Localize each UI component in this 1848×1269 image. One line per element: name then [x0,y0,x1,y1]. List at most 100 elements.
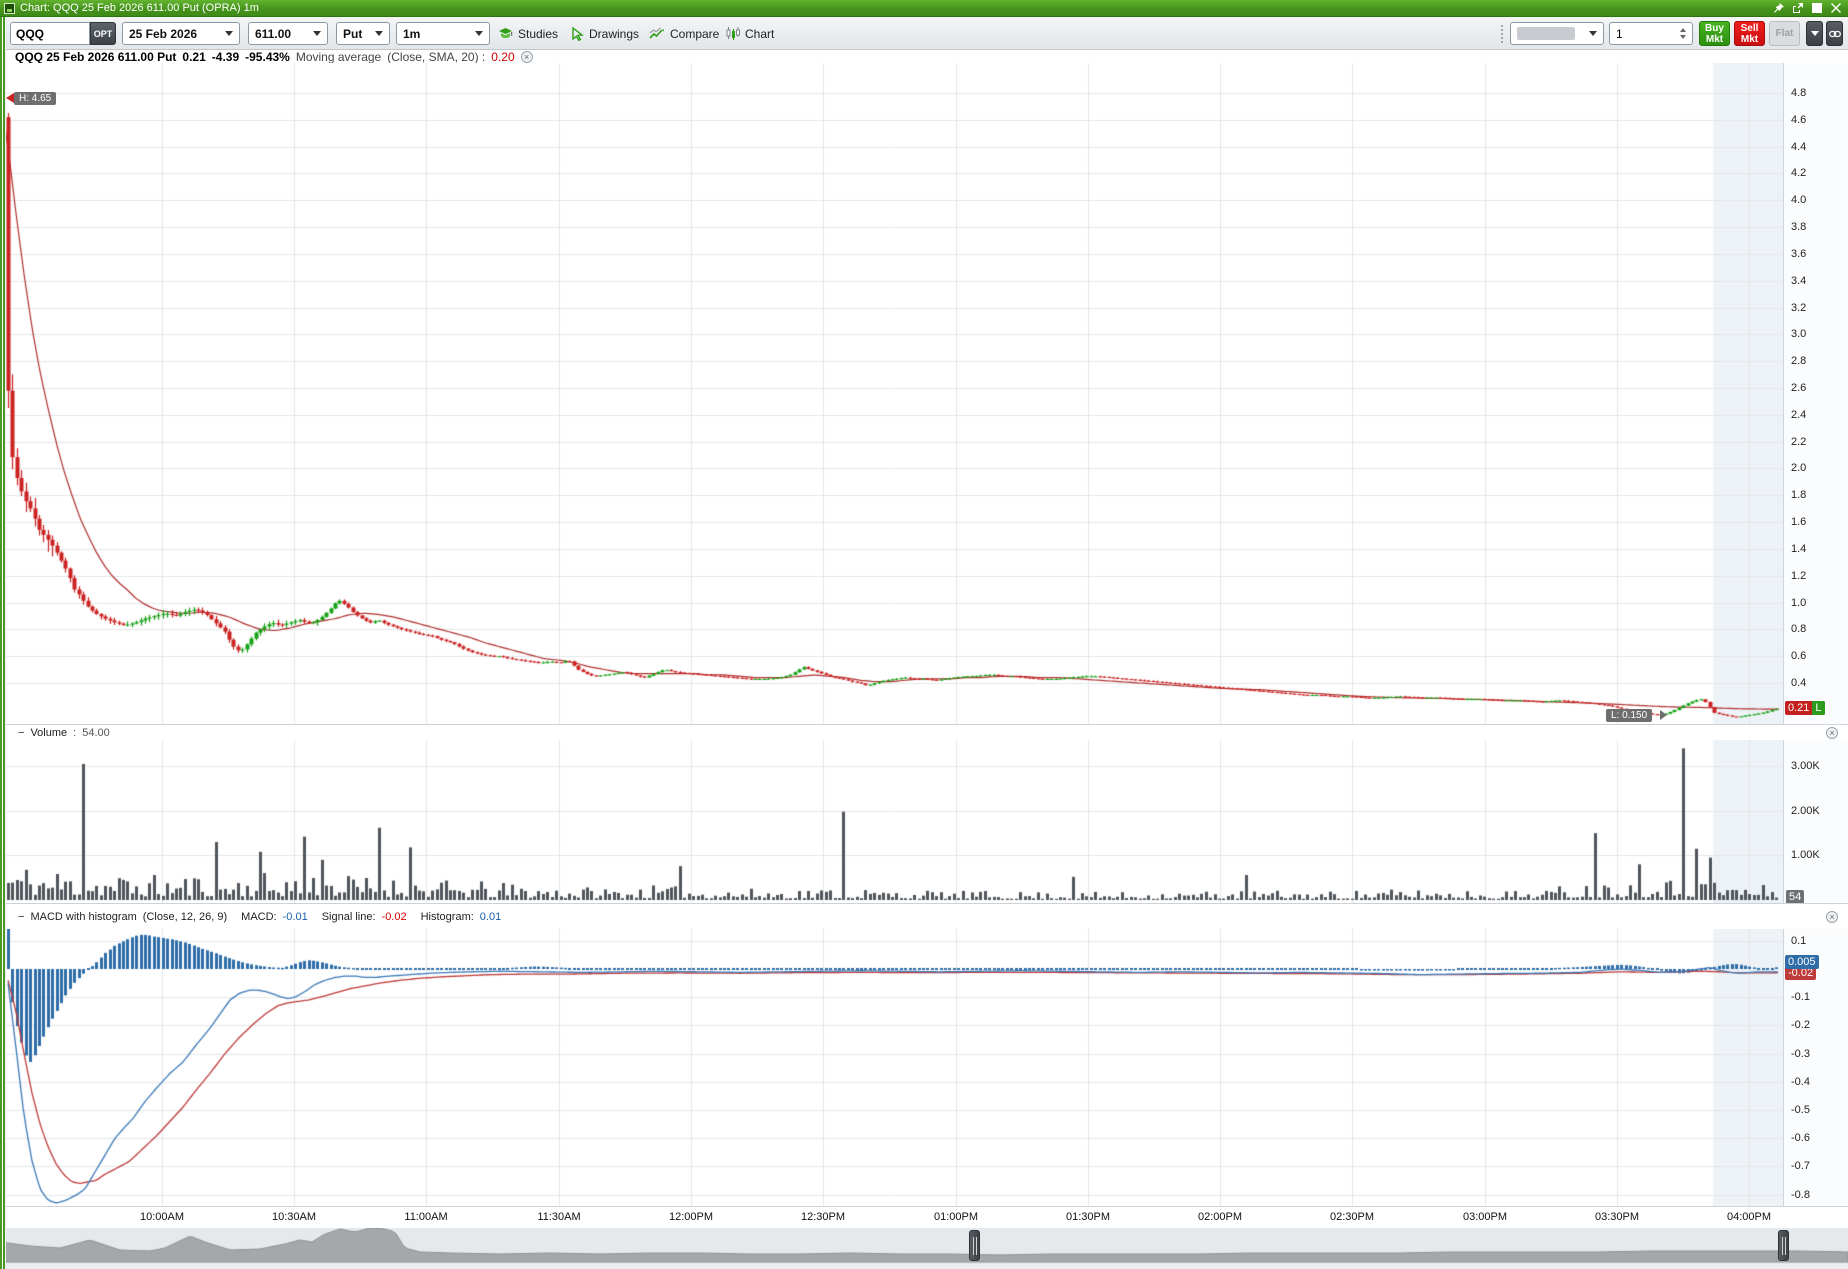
close-volume-panel-icon[interactable]: × [1826,727,1838,739]
window-title: Chart: QQQ 25 Feb 2026 611.00 Put (OPRA)… [20,2,259,14]
symbol-input[interactable] [11,23,89,44]
volume-collapse-toggle[interactable]: − [18,727,24,739]
price-axis-label: 4.4 [1791,141,1806,153]
volume-panel-header: − Volume : 54.00 × [0,724,1848,740]
compare-button[interactable]: Compare [645,22,723,45]
time-axis-label: 11:00AM [404,1211,447,1223]
window-titlebar[interactable]: Chart: QQQ 25 Feb 2026 611.00 Put (OPRA)… [0,0,1848,17]
study-label: Moving average [296,50,381,64]
chevron-down-icon [225,31,233,36]
last-price: 0.21 [182,50,205,64]
studies-icon [498,27,513,40]
maximize-icon[interactable] [1811,2,1823,14]
macd-params: (Close, 12, 26, 9) [143,911,227,923]
study-params: (Close, SMA, 20) : [387,50,485,64]
sell-mkt-button[interactable]: Sell Mkt [1734,21,1765,46]
price-axis-label: 3.0 [1791,328,1806,340]
time-axis-label: 04:00PM [1727,1211,1771,1223]
macd-panel-header: − MACD with histogram (Close, 12, 26, 9)… [0,903,1848,929]
chevron-down-icon [313,31,321,36]
price-axis-label: 3.6 [1791,248,1806,260]
time-axis-label: 03:00PM [1463,1211,1507,1223]
drawings-cursor-icon [571,27,584,41]
macd-axis-label: -0.1 [1791,991,1810,1003]
price-axis-label: 2.6 [1791,382,1806,394]
quantity-input[interactable] [1616,27,1666,41]
time-axis-label: 03:30PM [1595,1211,1639,1223]
link-button[interactable] [1826,21,1843,46]
histogram-label: Histogram: [421,911,474,923]
signal-line-value: -0.02 [382,911,407,923]
symbol-input-wrap [10,22,90,45]
macd-axis-label: -0.3 [1791,1048,1810,1060]
drawings-button[interactable]: Drawings [567,22,643,45]
flat-button[interactable]: Flat [1769,21,1800,46]
navigator-left-handle[interactable] [969,1230,980,1261]
price-change: -4.39 [212,50,239,64]
barsize-dropdown[interactable]: 1m [396,22,490,45]
strike-value: 611.00 [255,27,291,41]
volume-label: Volume [30,727,67,739]
pin-icon[interactable] [1773,2,1785,14]
right-value: Put [343,27,362,41]
volume-axis-label: 3.00K [1791,760,1820,772]
spin-up-icon[interactable] [1680,28,1686,32]
macd-axis-label: -0.5 [1791,1104,1810,1116]
time-axis-label: 01:30PM [1066,1211,1110,1223]
price-axis-label: 2.8 [1791,355,1806,367]
navigator-right-handle[interactable] [1778,1230,1789,1261]
price-chart-canvas[interactable] [0,63,1783,724]
price-axis-label: 4.0 [1791,194,1806,206]
account-value-redacted [1517,27,1575,40]
expiry-value: 25 Feb 2026 [129,27,197,41]
toolbar-drag-handle[interactable] [1500,24,1504,44]
studies-button[interactable]: Studies [494,22,562,45]
expiry-dropdown[interactable]: 25 Feb 2026 [122,22,240,45]
time-axis-label: 02:00PM [1198,1211,1242,1223]
last-price-tag: 0.21 L [1785,701,1825,715]
sec-type-badge[interactable]: OPT [90,22,116,45]
price-axis-label: 1.0 [1791,597,1806,609]
order-options-dropdown-button[interactable] [1806,21,1823,46]
compare-icon [649,27,665,40]
buy-mkt-button[interactable]: Buy Mkt [1699,21,1730,46]
time-axis-label: 02:30PM [1330,1211,1374,1223]
chart-type-button[interactable]: Chart [722,22,778,45]
price-change-percent: -95.43% [245,50,290,64]
last-flag: L [1812,701,1824,715]
day-high-tooltip: H: 4.65 [14,92,56,105]
macd-value: -0.01 [283,911,308,923]
macd-study-label: MACD with histogram [30,911,136,923]
high-marker-arrow-icon [6,93,14,103]
volume-sep: : [73,727,76,739]
chevron-down-icon [1811,31,1819,36]
macd-axis-label: -0.8 [1791,1189,1810,1201]
macd-axis-label: -0.4 [1791,1076,1810,1088]
price-axis-label: 2.4 [1791,409,1806,421]
close-macd-panel-icon[interactable]: × [1826,911,1838,923]
study-value: 0.20 [491,50,514,64]
popout-icon[interactable] [1792,2,1804,14]
time-axis: 10:00AM10:30AM11:00AM11:30AM12:00PM12:30… [0,1206,1848,1228]
macd-collapse-toggle[interactable]: − [18,911,24,923]
account-selector[interactable] [1510,22,1604,45]
time-axis-label: 12:00PM [669,1211,713,1223]
price-axis-label: 3.8 [1791,221,1806,233]
price-axis-label: 1.2 [1791,570,1806,582]
timeline-navigator[interactable] [0,1228,1848,1264]
close-icon[interactable] [1830,2,1842,14]
barsize-value: 1m [403,27,420,41]
macd-chart-canvas[interactable] [0,929,1783,1206]
volume-chart-canvas[interactable] [0,740,1783,903]
remove-study-icon[interactable]: × [521,51,533,63]
compare-label: Compare [670,27,719,41]
right-dropdown[interactable]: Put [336,22,390,45]
chart-window: Chart: QQQ 25 Feb 2026 611.00 Put (OPRA)… [0,0,1848,1269]
strike-dropdown[interactable]: 611.00 [248,22,328,45]
price-axis-label: 4.2 [1791,167,1806,179]
signal-line-label: Signal line: [322,911,376,923]
time-axis-label: 12:30PM [801,1211,845,1223]
spin-down-icon[interactable] [1680,35,1686,39]
macd-axis-label: -0.2 [1791,1019,1810,1031]
chevron-down-icon [1589,31,1597,36]
